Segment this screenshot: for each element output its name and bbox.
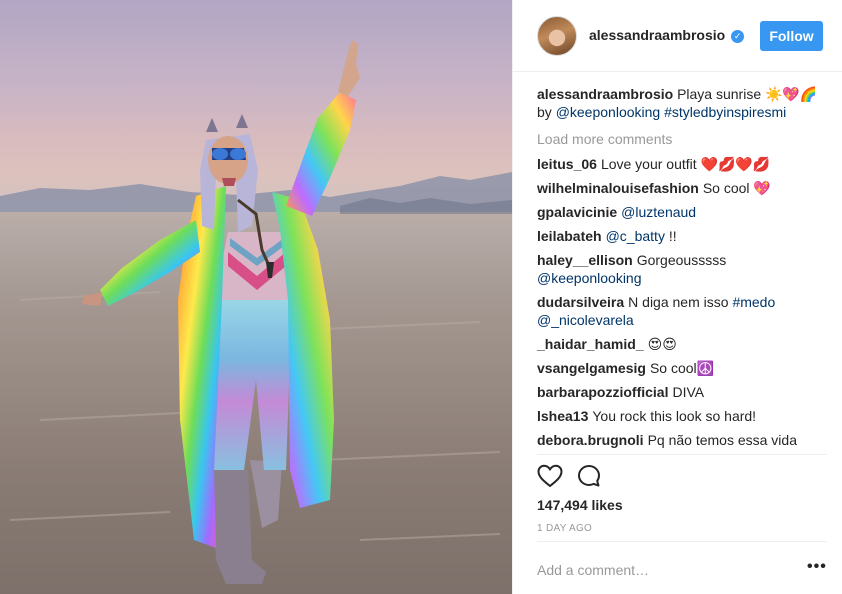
comment-text: Gorgeousssss <box>636 252 727 268</box>
photo-illustration <box>0 40 512 594</box>
comment-username[interactable]: leitus_06 <box>537 156 597 172</box>
comment-link[interactable]: @c_batty <box>606 228 665 244</box>
comment-username[interactable]: dudarsilveira <box>537 294 624 310</box>
comment-username[interactable]: leilabateh <box>537 228 602 244</box>
comment-text: 😍😍 <box>647 336 677 352</box>
comment-link[interactable]: @luztenaud <box>621 204 696 220</box>
comment-item: dudarsilveira N diga nem isso #medo @_nic… <box>537 293 827 329</box>
caption-hashtag[interactable]: #styledbyinspiresmi <box>664 104 786 120</box>
comment-item: wilhelminalouisefashion So cool 💖 <box>537 179 827 197</box>
comment-text: So cool☮️ <box>649 360 715 376</box>
comment-item: vsangelgamesig So cool☮️ <box>537 359 827 377</box>
post-header: alessandraambrosio ✓ Follow <box>513 0 842 72</box>
comment-username[interactable]: lshea13 <box>537 408 588 424</box>
caption-mention[interactable]: @keeponlooking <box>556 104 661 120</box>
add-comment-divider <box>537 541 827 542</box>
comment-item: leitus_06 Love your outfit ❤️💋❤️💋 <box>537 155 827 173</box>
likes-count[interactable]: 147,494 likes <box>537 497 623 513</box>
post-caption: alessandraambrosio Playa sunrise ☀️💖🌈 by… <box>537 85 827 121</box>
comment-text: Love your outfit ❤️💋❤️💋 <box>600 156 771 172</box>
follow-button[interactable]: Follow <box>760 21 823 51</box>
post-side-panel: alessandraambrosio ✓ Follow alessandraamb… <box>512 0 842 594</box>
verified-badge-icon: ✓ <box>731 30 745 43</box>
instagram-post: alessandraambrosio ✓ Follow alessandraamb… <box>0 0 842 594</box>
comment-link[interactable]: @_nicolevarela <box>537 312 634 328</box>
comment-link[interactable]: #medo <box>732 294 775 310</box>
caption-text: Playa sunrise ☀️💖🌈 <box>677 86 818 102</box>
comment-username[interactable]: debora.brugnoli <box>537 432 644 448</box>
comment-item: debora.brugnoli Pq não temos essa vida <box>537 431 827 449</box>
caption-by: by <box>537 104 552 120</box>
more-options-icon[interactable]: ••• <box>807 558 827 576</box>
comment-text: !! <box>664 228 677 244</box>
comment-link[interactable]: @keeponlooking <box>537 270 642 286</box>
author-username[interactable]: alessandraambrosio ✓ <box>589 27 745 43</box>
comment-item: _haidar_hamid_ 😍😍 <box>537 335 827 353</box>
comment-username[interactable]: wilhelminalouisefashion <box>537 180 699 196</box>
heart-icon[interactable] <box>537 464 563 488</box>
comment-username[interactable]: gpalavicinie <box>537 204 617 220</box>
comment-text: So cool 💖 <box>702 180 771 196</box>
comment-item: gpalavicinie @luztenaud <box>537 203 827 221</box>
comment-username[interactable]: haley__ellison <box>537 252 633 268</box>
post-timestamp[interactable]: 1 DAY AGO <box>537 523 592 534</box>
comment-text: N diga nem isso <box>628 294 733 310</box>
comment-text: Pq não temos essa vida <box>647 432 797 448</box>
post-photo[interactable] <box>0 0 512 594</box>
comment-text: You rock this look so hard! <box>592 408 757 424</box>
author-avatar[interactable] <box>537 16 577 56</box>
comment-item: lshea13 You rock this look so hard! <box>537 407 827 425</box>
author-username-text[interactable]: alessandraambrosio <box>589 27 725 43</box>
comment-item: haley__ellison Gorgeousssss @keeponlookin… <box>537 251 827 287</box>
caption-author[interactable]: alessandraambrosio <box>537 86 673 102</box>
actions-divider <box>537 454 827 455</box>
comments-list: alessandraambrosio Playa sunrise ☀️💖🌈 by… <box>537 85 827 455</box>
comment-item: barbarapozziofficial DIVA <box>537 383 827 401</box>
comment-item: leilabateh @c_batty !! <box>537 227 827 245</box>
comment-text: DIVA <box>672 384 705 400</box>
comment-bubble-icon[interactable] <box>577 464 601 488</box>
comment-rows: leitus_06 Love your outfit ❤️💋❤️💋 wilhelmi… <box>537 155 827 449</box>
load-more-comments-link[interactable]: Load more comments <box>537 130 827 148</box>
comment-username[interactable]: barbarapozziofficial <box>537 384 668 400</box>
comment-username[interactable]: vsangelgamesig <box>537 360 646 376</box>
add-comment-input[interactable] <box>537 560 787 580</box>
comment-username[interactable]: _haidar_hamid_ <box>537 336 644 352</box>
